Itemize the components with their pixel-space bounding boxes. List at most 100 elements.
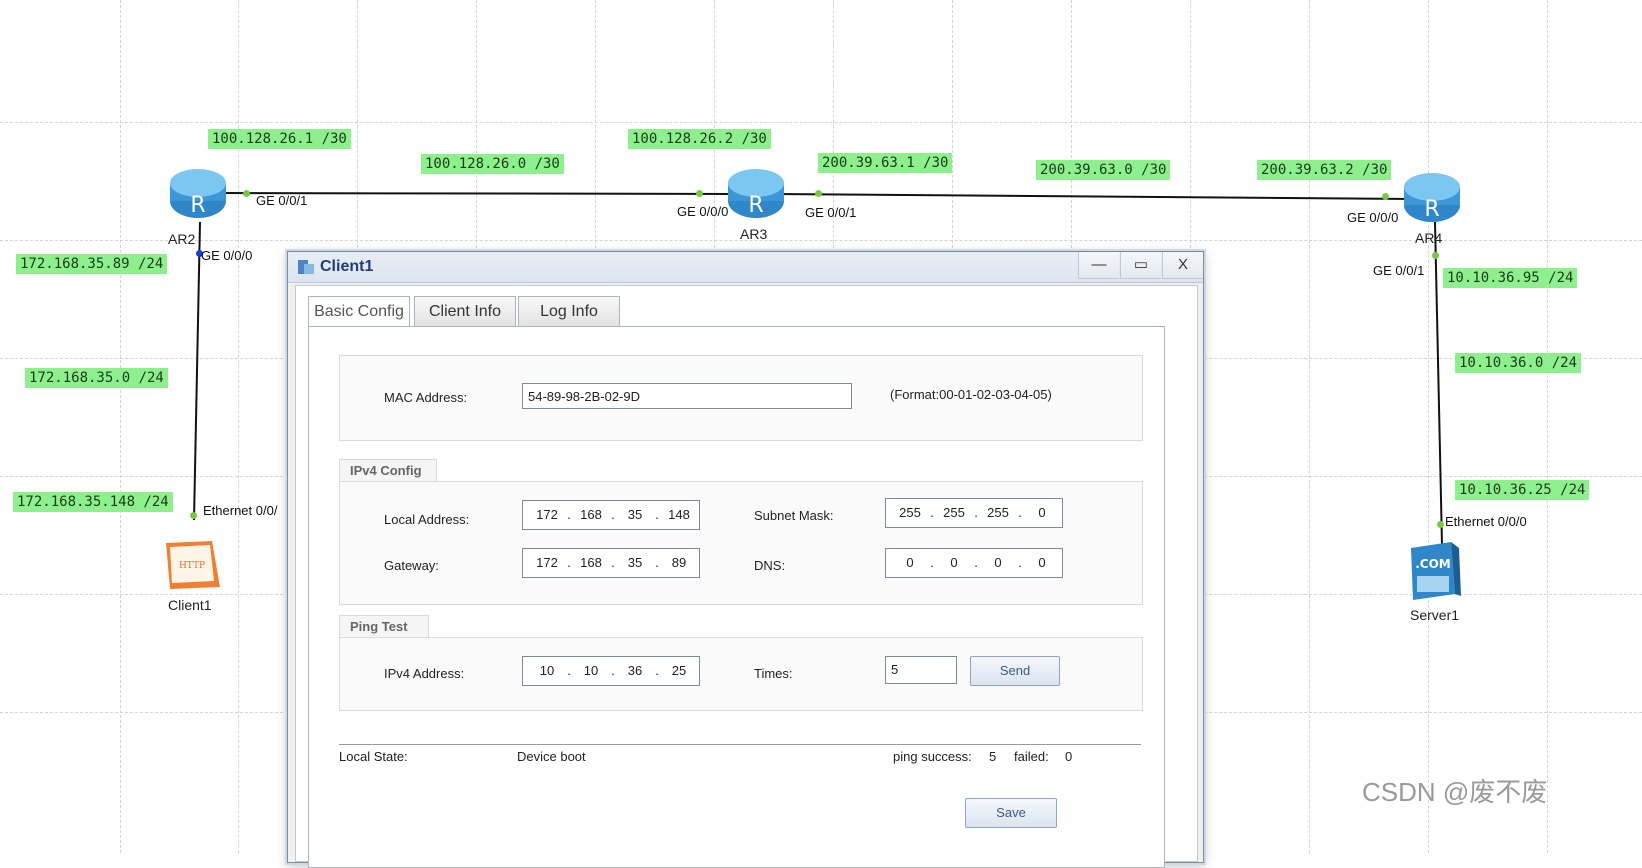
local-address-label: Local Address: bbox=[384, 512, 470, 527]
router-ar4-icon[interactable]: R bbox=[1402, 167, 1462, 227]
basic-config-panel: MAC Address: 54-89-98-2B-02-9D (Format:0… bbox=[308, 326, 1165, 868]
dialog-title: Client1 bbox=[320, 258, 374, 275]
ip-octet: 35 bbox=[627, 507, 643, 522]
port-dot bbox=[243, 190, 250, 197]
tab-log-info[interactable]: Log Info bbox=[518, 296, 620, 326]
local-state-value: Device boot bbox=[517, 749, 586, 764]
server1-icon[interactable]: .COM bbox=[1405, 540, 1461, 602]
port-label: GE 0/0/1 bbox=[805, 205, 857, 220]
mac-format-hint: (Format:00-01-02-03-04-05) bbox=[890, 387, 1052, 402]
ip-dot: . bbox=[655, 507, 659, 522]
link-ar4-server1[interactable] bbox=[1434, 221, 1443, 546]
dialog-titlebar[interactable]: Client1 — ▭ X bbox=[288, 252, 1203, 283]
client-window-icon bbox=[296, 257, 316, 277]
ip-octet: 148 bbox=[668, 507, 690, 522]
ip-dot: . bbox=[567, 663, 571, 678]
ip-octet: 168 bbox=[580, 555, 602, 570]
ip-dot: . bbox=[567, 555, 571, 570]
svg-text:R: R bbox=[1424, 197, 1439, 222]
ip-label[interactable]: 200.39.63.1 /30 bbox=[818, 153, 953, 173]
ip-octet: 255 bbox=[899, 505, 921, 520]
port-dot bbox=[815, 190, 822, 197]
ip-octet: 0 bbox=[950, 555, 958, 570]
mac-group: MAC Address: 54-89-98-2B-02-9D (Format:0… bbox=[339, 355, 1143, 441]
ping-ipv4-field[interactable]: 10 . 10 . 36 . 25 bbox=[522, 656, 700, 686]
send-button[interactable]: Send bbox=[970, 656, 1060, 686]
ip-label[interactable]: 10.10.36.95 /24 bbox=[1443, 268, 1578, 288]
port-label: GE 0/0/0 bbox=[201, 248, 253, 263]
ip-label[interactable]: 200.39.63.0 /30 bbox=[1036, 160, 1171, 180]
ip-octet: 172 bbox=[536, 555, 558, 570]
ip-label[interactable]: 172.168.35.0 /24 bbox=[25, 368, 168, 388]
svg-text:HTTP: HTTP bbox=[179, 561, 205, 571]
ip-dot: . bbox=[974, 555, 978, 570]
subnet-mask-label: Subnet Mask: bbox=[754, 508, 834, 523]
tab-client-info[interactable]: Client Info bbox=[414, 296, 516, 326]
local-state-label: Local State: bbox=[339, 749, 408, 764]
ip-label[interactable]: 10.10.36.0 /24 bbox=[1455, 353, 1582, 373]
ip-dot: . bbox=[974, 505, 978, 520]
link-ar2-client1[interactable] bbox=[193, 221, 201, 521]
status-divider bbox=[339, 744, 1141, 745]
ip-label[interactable]: 100.128.26.1 /30 bbox=[208, 129, 351, 149]
svg-text:R: R bbox=[748, 193, 763, 218]
dns-field[interactable]: 0 . 0 . 0 . 0 bbox=[885, 548, 1063, 578]
ip-dot: . bbox=[1018, 555, 1022, 570]
ip-octet: 0 bbox=[1038, 555, 1046, 570]
gateway-field[interactable]: 172 . 168 . 35 . 89 bbox=[522, 548, 700, 578]
watermark: CSDN @废不废 bbox=[1362, 777, 1548, 807]
port-dot bbox=[1432, 252, 1439, 259]
ping-success-value: 5 bbox=[989, 749, 997, 764]
ip-dot: . bbox=[655, 663, 659, 678]
mac-label: MAC Address: bbox=[384, 390, 468, 405]
client1-icon[interactable]: HTTP bbox=[160, 537, 224, 591]
ip-label[interactable]: 100.128.26.0 /30 bbox=[421, 154, 564, 174]
port-label: GE 0/0/0 bbox=[1347, 210, 1399, 225]
ip-octet: 168 bbox=[580, 507, 602, 522]
port-dot bbox=[1437, 521, 1444, 528]
ip-octet: 0 bbox=[1038, 505, 1046, 520]
port-label: Ethernet 0/0/0 bbox=[1445, 514, 1527, 529]
ip-octet: 255 bbox=[987, 505, 1009, 520]
ip-label[interactable]: 10.10.36.25 /24 bbox=[1455, 480, 1590, 500]
device-label-ar2: AR2 bbox=[168, 231, 196, 247]
router-ar3-icon[interactable]: R bbox=[726, 163, 786, 223]
device-label-ar3: AR3 bbox=[740, 226, 768, 242]
port-dot bbox=[1382, 193, 1389, 200]
ip-label[interactable]: 172.168.35.148 /24 bbox=[13, 492, 173, 512]
minimize-button[interactable]: — bbox=[1078, 252, 1119, 279]
device-label-server1: Server1 bbox=[1410, 607, 1460, 623]
times-label: Times: bbox=[754, 666, 793, 681]
ip-dot: . bbox=[567, 507, 571, 522]
ip-octet: 0 bbox=[994, 555, 1002, 570]
router-ar2-icon[interactable]: R bbox=[168, 163, 228, 223]
ip-dot: . bbox=[611, 507, 615, 522]
port-dot bbox=[190, 512, 197, 519]
ip-label[interactable]: 172.168.35.89 /24 bbox=[16, 254, 168, 274]
mac-address-field[interactable]: 54-89-98-2B-02-9D bbox=[522, 383, 852, 409]
port-label: GE 0/0/1 bbox=[256, 193, 308, 208]
svg-text:.COM: .COM bbox=[1415, 557, 1451, 571]
ip-octet: 255 bbox=[943, 505, 965, 520]
link-ar3-ar4[interactable] bbox=[774, 193, 1411, 200]
save-button[interactable]: Save bbox=[965, 798, 1057, 828]
failed-value: 0 bbox=[1065, 749, 1073, 764]
ip-dot: . bbox=[611, 663, 615, 678]
device-label-client1: Client1 bbox=[168, 597, 212, 613]
close-button[interactable]: X bbox=[1162, 252, 1203, 279]
port-label: GE 0/0/0 bbox=[677, 204, 729, 219]
ip-octet: 36 bbox=[627, 663, 643, 678]
ip-dot: . bbox=[930, 505, 934, 520]
ping-success-label: ping success: bbox=[893, 749, 972, 764]
subnet-mask-field[interactable]: 255 . 255 . 255 . 0 bbox=[885, 498, 1063, 528]
tab-basic-config[interactable]: Basic Config bbox=[308, 296, 410, 327]
ping-test-group: IPv4 Address: 10 . 10 . 36 . 25 Times: 5… bbox=[339, 637, 1143, 711]
ip-dot: . bbox=[655, 555, 659, 570]
ip-label[interactable]: 100.128.26.2 /30 bbox=[628, 129, 771, 149]
ip-label[interactable]: 200.39.63.2 /30 bbox=[1257, 160, 1392, 180]
local-address-field[interactable]: 172 . 168 . 35 . 148 bbox=[522, 500, 700, 530]
maximize-button[interactable]: ▭ bbox=[1120, 252, 1161, 279]
svg-text:R: R bbox=[190, 193, 205, 218]
ip-octet: 25 bbox=[671, 663, 687, 678]
times-field[interactable]: 5 bbox=[885, 656, 957, 684]
